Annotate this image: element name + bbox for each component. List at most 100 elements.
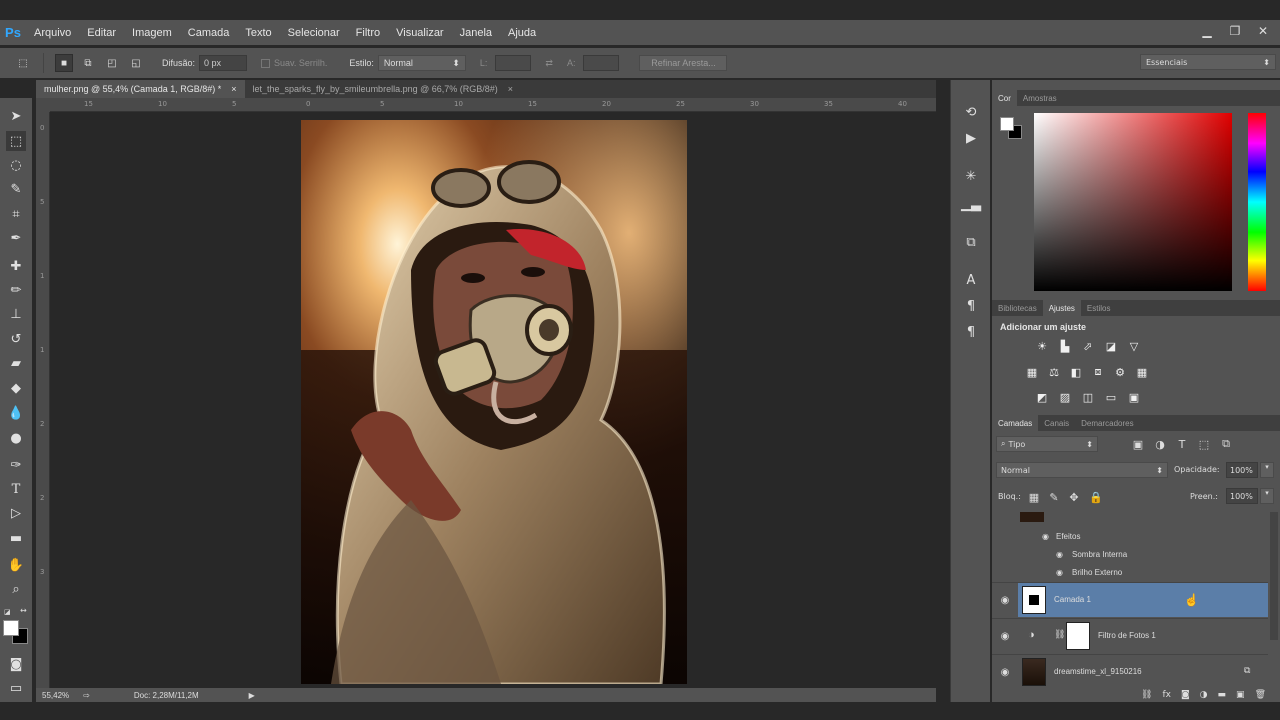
exposure-icon[interactable]: ◪ <box>1103 338 1119 354</box>
selective-color-icon[interactable]: ▣ <box>1126 389 1142 405</box>
menu-selecionar[interactable]: Selecionar <box>280 27 348 39</box>
canvas-area[interactable] <box>50 112 936 688</box>
hand-tool-icon[interactable]: ✋ <box>6 555 26 575</box>
lasso-tool-icon[interactable]: ◌ <box>6 155 26 175</box>
close-button[interactable]: ✕ <box>1252 22 1274 40</box>
paragraph-styles-icon[interactable]: ¶ <box>961 296 981 316</box>
style-dropdown[interactable]: Normal ⬍ <box>377 55 466 71</box>
paint-bucket-tool-icon[interactable]: ◆ <box>6 378 26 398</box>
crop-tool-icon[interactable]: ⌗ <box>6 204 26 224</box>
menu-imagem[interactable]: Imagem <box>124 27 180 39</box>
new-adjustment-icon[interactable]: ◑ <box>1200 690 1208 700</box>
fill-input[interactable]: 100% <box>1226 488 1258 504</box>
filter-type-icon[interactable]: T <box>1174 436 1190 452</box>
layers-scrollbar[interactable] <box>1270 512 1278 640</box>
actions-icon[interactable]: ▶ <box>961 128 981 148</box>
saturation-brightness-field[interactable] <box>1034 113 1232 291</box>
height-input[interactable] <box>583 55 620 71</box>
tab-cor[interactable]: Cor <box>992 90 1017 106</box>
close-icon[interactable]: × <box>508 84 513 94</box>
eye-icon[interactable]: ◉ <box>1042 532 1049 541</box>
eye-icon[interactable]: ◉ <box>1056 550 1063 559</box>
refine-edge-button[interactable]: Refinar Aresta... <box>639 55 728 71</box>
zoom-level[interactable]: 55,42% <box>42 691 69 700</box>
new-group-icon[interactable]: ▬ <box>1218 690 1227 700</box>
eye-icon[interactable]: ◉ <box>1056 568 1063 577</box>
healing-brush-tool-icon[interactable]: ✚ <box>6 256 26 276</box>
clone-source-icon[interactable]: ⧉ <box>961 232 981 252</box>
filter-pixel-icon[interactable]: ▣ <box>1130 436 1146 452</box>
add-mask-icon[interactable]: ◙ <box>1181 690 1190 700</box>
brightness-icon[interactable]: ☀ <box>1034 338 1050 354</box>
channel-mixer-icon[interactable]: ⚙ <box>1112 364 1128 380</box>
curves-icon[interactable]: ⬀ <box>1080 338 1096 354</box>
swap-icon[interactable]: ⇄ <box>545 58 553 69</box>
tab-ajustes[interactable]: Ajustes <box>1042 300 1081 316</box>
status-menu-arrow-icon[interactable]: ▶ <box>249 691 255 700</box>
tab-sparks[interactable]: let_the_sparks_fly_by_smileumbrella.png … <box>245 80 522 98</box>
menu-texto[interactable]: Texto <box>237 27 279 39</box>
eraser-tool-icon[interactable]: ▰ <box>6 353 26 373</box>
color-balance-icon[interactable]: ⚖ <box>1046 364 1062 380</box>
lock-pixels-icon[interactable]: ✎ <box>1046 489 1062 505</box>
paragraph-icon[interactable]: ¶ <box>961 322 981 342</box>
layer-row-photo-filter[interactable]: ◉ ◑ ⛓ Filtro de Fotos 1 <box>992 618 1268 652</box>
menu-camada[interactable]: Camada <box>180 27 238 39</box>
menu-ajuda[interactable]: Ajuda <box>500 27 544 39</box>
export-icon[interactable]: ⇨ <box>83 691 90 700</box>
marquee-tool-icon[interactable]: ⬚ <box>6 131 26 151</box>
fx-icon[interactable]: fx <box>1162 690 1171 700</box>
tab-bibliotecas[interactable]: Bibliotecas <box>992 300 1043 316</box>
workspace-dropdown[interactable]: Essenciais ⬍ <box>1140 54 1276 70</box>
subtract-selection-icon[interactable]: ◰ <box>103 54 121 72</box>
menu-janela[interactable]: Janela <box>452 27 500 39</box>
filter-smart-icon[interactable]: ⧉ <box>1218 436 1234 452</box>
new-selection-icon[interactable]: ■ <box>55 54 73 72</box>
tab-demarcadores[interactable]: Demarcadores <box>1075 415 1139 431</box>
posterize-icon[interactable]: ▨ <box>1057 389 1073 405</box>
link-icon[interactable]: ⛓ <box>1054 629 1065 640</box>
screen-mode-icon[interactable]: ▭ <box>6 678 26 698</box>
lock-pixels-transparent-icon[interactable]: ▦ <box>1026 489 1042 505</box>
add-selection-icon[interactable]: ⧉ <box>79 54 97 72</box>
new-layer-icon[interactable]: ▣ <box>1236 690 1245 700</box>
eye-icon[interactable]: ◉ <box>998 665 1012 679</box>
blend-mode-dropdown[interactable]: Normal ⬍ <box>996 462 1168 478</box>
tab-camadas[interactable]: Camadas <box>992 415 1039 431</box>
history-icon[interactable]: ⟲ <box>961 102 981 122</box>
eye-icon[interactable]: ◉ <box>998 629 1012 643</box>
histogram-icon[interactable]: ▁▃ <box>961 194 981 214</box>
gradient-map-icon[interactable]: ▭ <box>1103 389 1119 405</box>
foreground-color-swatch[interactable] <box>3 620 19 636</box>
close-icon[interactable]: × <box>231 84 236 94</box>
layer-row-camada-1[interactable]: ◉ Camada 1 ☝ <box>992 582 1268 617</box>
default-colors-icon[interactable]: ◪ <box>4 608 12 616</box>
document-photo[interactable] <box>301 120 687 684</box>
menu-filtro[interactable]: Filtro <box>348 27 388 39</box>
opacity-arrow-icon[interactable]: ▾ <box>1260 462 1274 478</box>
lock-position-icon[interactable]: ✥ <box>1066 489 1082 505</box>
feather-input[interactable]: 0 px <box>199 55 248 71</box>
tab-canais[interactable]: Canais <box>1038 415 1075 431</box>
character-icon[interactable]: A <box>961 270 981 290</box>
minimize-button[interactable]: ▁ <box>1196 22 1218 40</box>
delete-layer-icon[interactable]: 🗑 <box>1255 690 1266 700</box>
eye-icon[interactable]: ◉ <box>998 593 1012 607</box>
brush-settings-icon[interactable]: ✳ <box>961 166 981 186</box>
move-tool-icon[interactable]: ➤ <box>6 106 26 126</box>
intersect-selection-icon[interactable]: ◱ <box>127 54 145 72</box>
menu-visualizar[interactable]: Visualizar <box>388 27 452 39</box>
brush-tool-icon[interactable]: ✏ <box>6 280 26 300</box>
swap-colors-icon[interactable]: ↔ <box>20 606 27 615</box>
zoom-tool-icon[interactable]: ⌕ <box>6 579 26 599</box>
layer-row-dreamstime[interactable]: ◉ dreamstime_xl_9150216 ⧉ <box>992 654 1268 688</box>
path-select-tool-icon[interactable]: ▷ <box>6 503 26 523</box>
effect-row-inner-shadow[interactable]: ◉ Sombra Interna <box>992 546 1268 562</box>
threshold-icon[interactable]: ◫ <box>1080 389 1096 405</box>
fill-arrow-icon[interactable]: ▾ <box>1260 488 1274 504</box>
effect-row-outer-glow[interactable]: ◉ Brilho Externo <box>992 564 1268 580</box>
tab-amostras[interactable]: Amostras <box>1017 90 1063 106</box>
link-layers-icon[interactable]: ⛓ <box>1141 690 1152 700</box>
hue-saturation-icon[interactable]: ▦ <box>1024 364 1040 380</box>
quick-select-tool-icon[interactable]: ✎ <box>6 179 26 199</box>
